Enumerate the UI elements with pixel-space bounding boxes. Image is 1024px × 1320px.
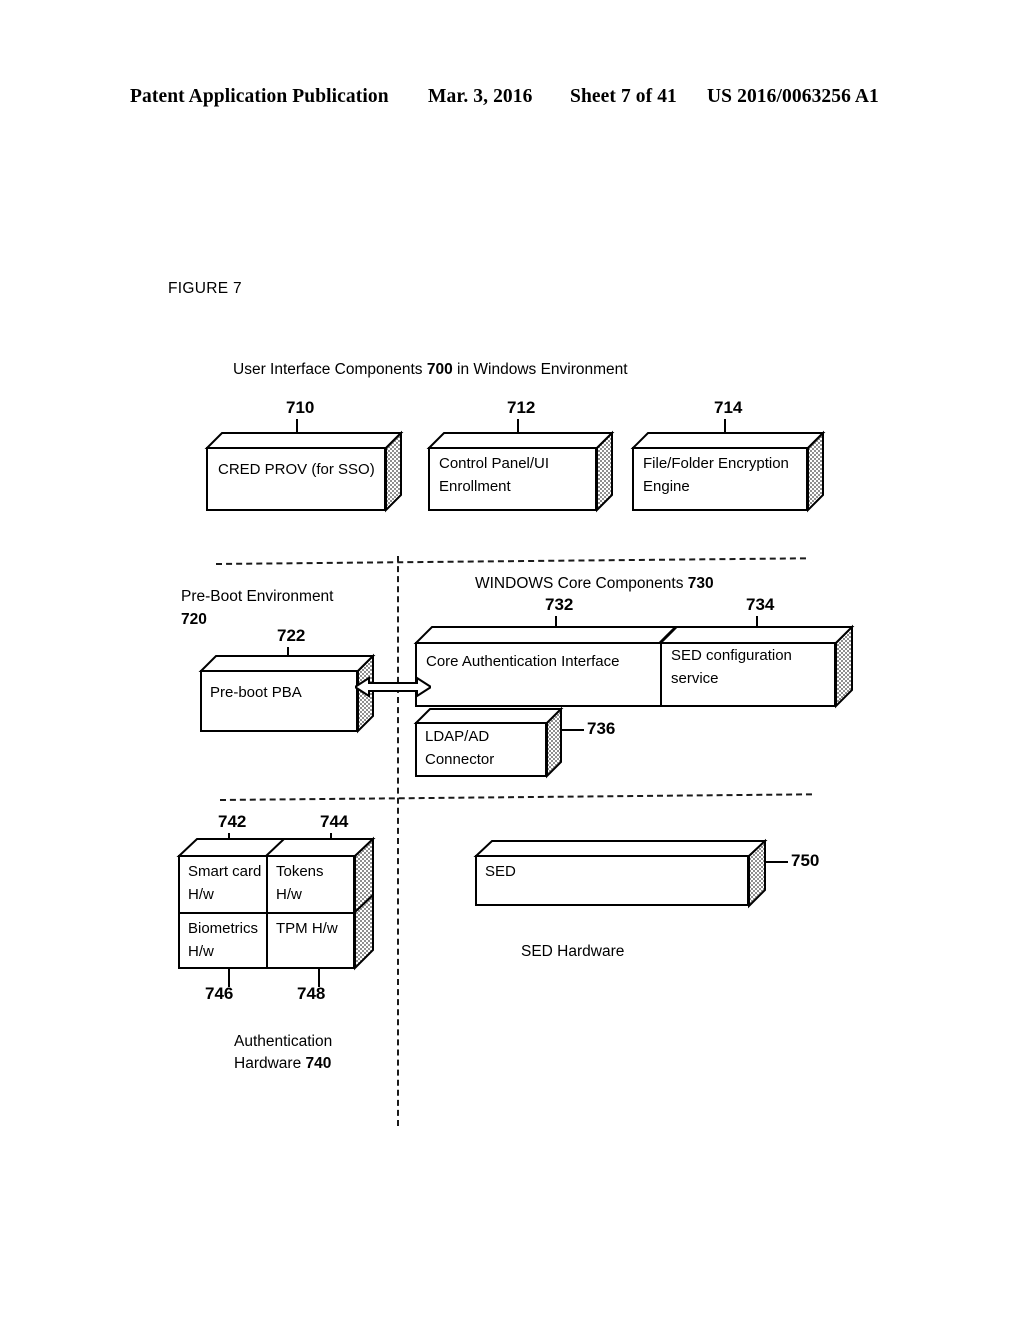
divider-top-horizontal xyxy=(215,557,806,565)
ref-732: 732 xyxy=(545,595,574,614)
box-label-sed-config-service: SED configuration service xyxy=(671,647,792,688)
box-top-face xyxy=(198,655,376,672)
box-top-face xyxy=(630,432,826,449)
diagram-title: User Interface Components 700 in Windows… xyxy=(233,359,628,381)
diagram-title-ref: 700 xyxy=(426,361,453,378)
cell-divider-core-sed xyxy=(660,642,662,707)
auth-hardware-caption-prefix: Hardware xyxy=(234,1055,306,1072)
ref-750: 750 xyxy=(791,851,820,870)
cell-divider-horizontal xyxy=(178,912,355,914)
ref-730: 730 xyxy=(687,575,714,592)
ref-740: 740 xyxy=(305,1055,332,1072)
divider-bottom-horizontal xyxy=(219,793,812,801)
header-date: Mar. 3, 2016 xyxy=(428,86,533,107)
box-label-smart-card-hw: Smart card H/w xyxy=(188,863,262,904)
ref-734: 734 xyxy=(746,595,775,614)
ref-748: 748 xyxy=(297,984,326,1003)
box-label-core-auth-interface: Core Authentication Interface xyxy=(426,653,620,670)
ref-742: 742 xyxy=(218,812,247,831)
box-control-panel-ui[interactable]: Control Panel/UI Enrollment xyxy=(426,430,615,513)
patent-header: Patent Application Publication Mar. 3, 2… xyxy=(0,86,1024,114)
header-patent-number: US 2016/0063256 A1 xyxy=(707,86,879,107)
ref-714: 714 xyxy=(714,398,743,417)
box-label-tpm-hw: TPM H/w xyxy=(276,920,338,937)
box-label-cred-prov: CRED PROV (for SSO) xyxy=(218,461,375,478)
box-preboot-pba[interactable]: Pre-boot PBA xyxy=(198,653,376,734)
box-label-biometrics-hw: Biometrics H/w xyxy=(188,920,259,961)
box-side-face xyxy=(596,430,613,513)
box-windows-core-components[interactable]: Core Authentication Interface SED config… xyxy=(413,624,855,709)
box-front-face xyxy=(475,855,749,906)
preboot-environment-label: Pre-Boot Environment xyxy=(181,588,334,605)
diagram-title-prefix: User Interface Components xyxy=(233,361,427,378)
ref-744: 744 xyxy=(320,812,349,831)
ref-720: 720 xyxy=(181,611,207,628)
ref-746: 746 xyxy=(205,984,234,1003)
box-file-folder-encryption[interactable]: File/Folder Encryption Engine xyxy=(630,430,826,513)
diagram-title-suffix: in Windows Environment xyxy=(452,361,628,378)
leader-750 xyxy=(766,861,788,863)
ref-736: 736 xyxy=(587,719,616,738)
box-label-preboot-pba: Pre-boot PBA xyxy=(210,684,302,701)
box-top-face xyxy=(413,708,564,724)
figure-label: FIGURE 7 xyxy=(168,280,242,297)
box-label-file-folder-encryption: File/Folder Encryption Engine xyxy=(643,455,789,496)
ref-712: 712 xyxy=(507,398,536,417)
box-label-tokens-hw: Tokens H/w xyxy=(276,863,324,904)
windows-core-label: WINDOWS Core Components 730 xyxy=(475,573,714,595)
sed-hardware-caption: SED Hardware xyxy=(521,943,625,960)
bidirectional-arrow-pba-core xyxy=(353,672,433,707)
auth-hardware-caption-line1: Authentication xyxy=(234,1033,333,1050)
box-label-sed: SED xyxy=(485,863,516,880)
box-label-ldap-ad-connector: LDAP/AD Connector xyxy=(425,728,495,769)
auth-hardware-caption-line2: Hardware 740 xyxy=(234,1053,331,1075)
box-top-face xyxy=(204,432,404,449)
leader-736 xyxy=(562,729,584,731)
ref-722: 722 xyxy=(277,626,306,645)
box-top-face xyxy=(413,626,855,644)
box-sed[interactable]: SED xyxy=(473,838,768,909)
box-top-face xyxy=(473,840,768,857)
box-label-control-panel-ui: Control Panel/UI Enrollment xyxy=(439,455,550,496)
box-side-face xyxy=(807,430,824,513)
box-cred-prov[interactable]: CRED PROV (for SSO) xyxy=(204,430,404,513)
box-authentication-hardware[interactable]: Smart card H/w Tokens H/w Biometrics H/w… xyxy=(176,836,376,971)
box-top-face xyxy=(426,432,615,449)
ref-710: 710 xyxy=(286,398,315,417)
header-publication: Patent Application Publication xyxy=(130,86,389,107)
box-side-face xyxy=(385,430,402,513)
header-sheet: Sheet 7 of 41 xyxy=(570,86,677,107)
box-ldap-ad-connector[interactable]: LDAP/AD Connector xyxy=(413,706,564,779)
divider-vertical xyxy=(397,556,399,1126)
windows-core-label-prefix: WINDOWS Core Components xyxy=(475,575,688,592)
